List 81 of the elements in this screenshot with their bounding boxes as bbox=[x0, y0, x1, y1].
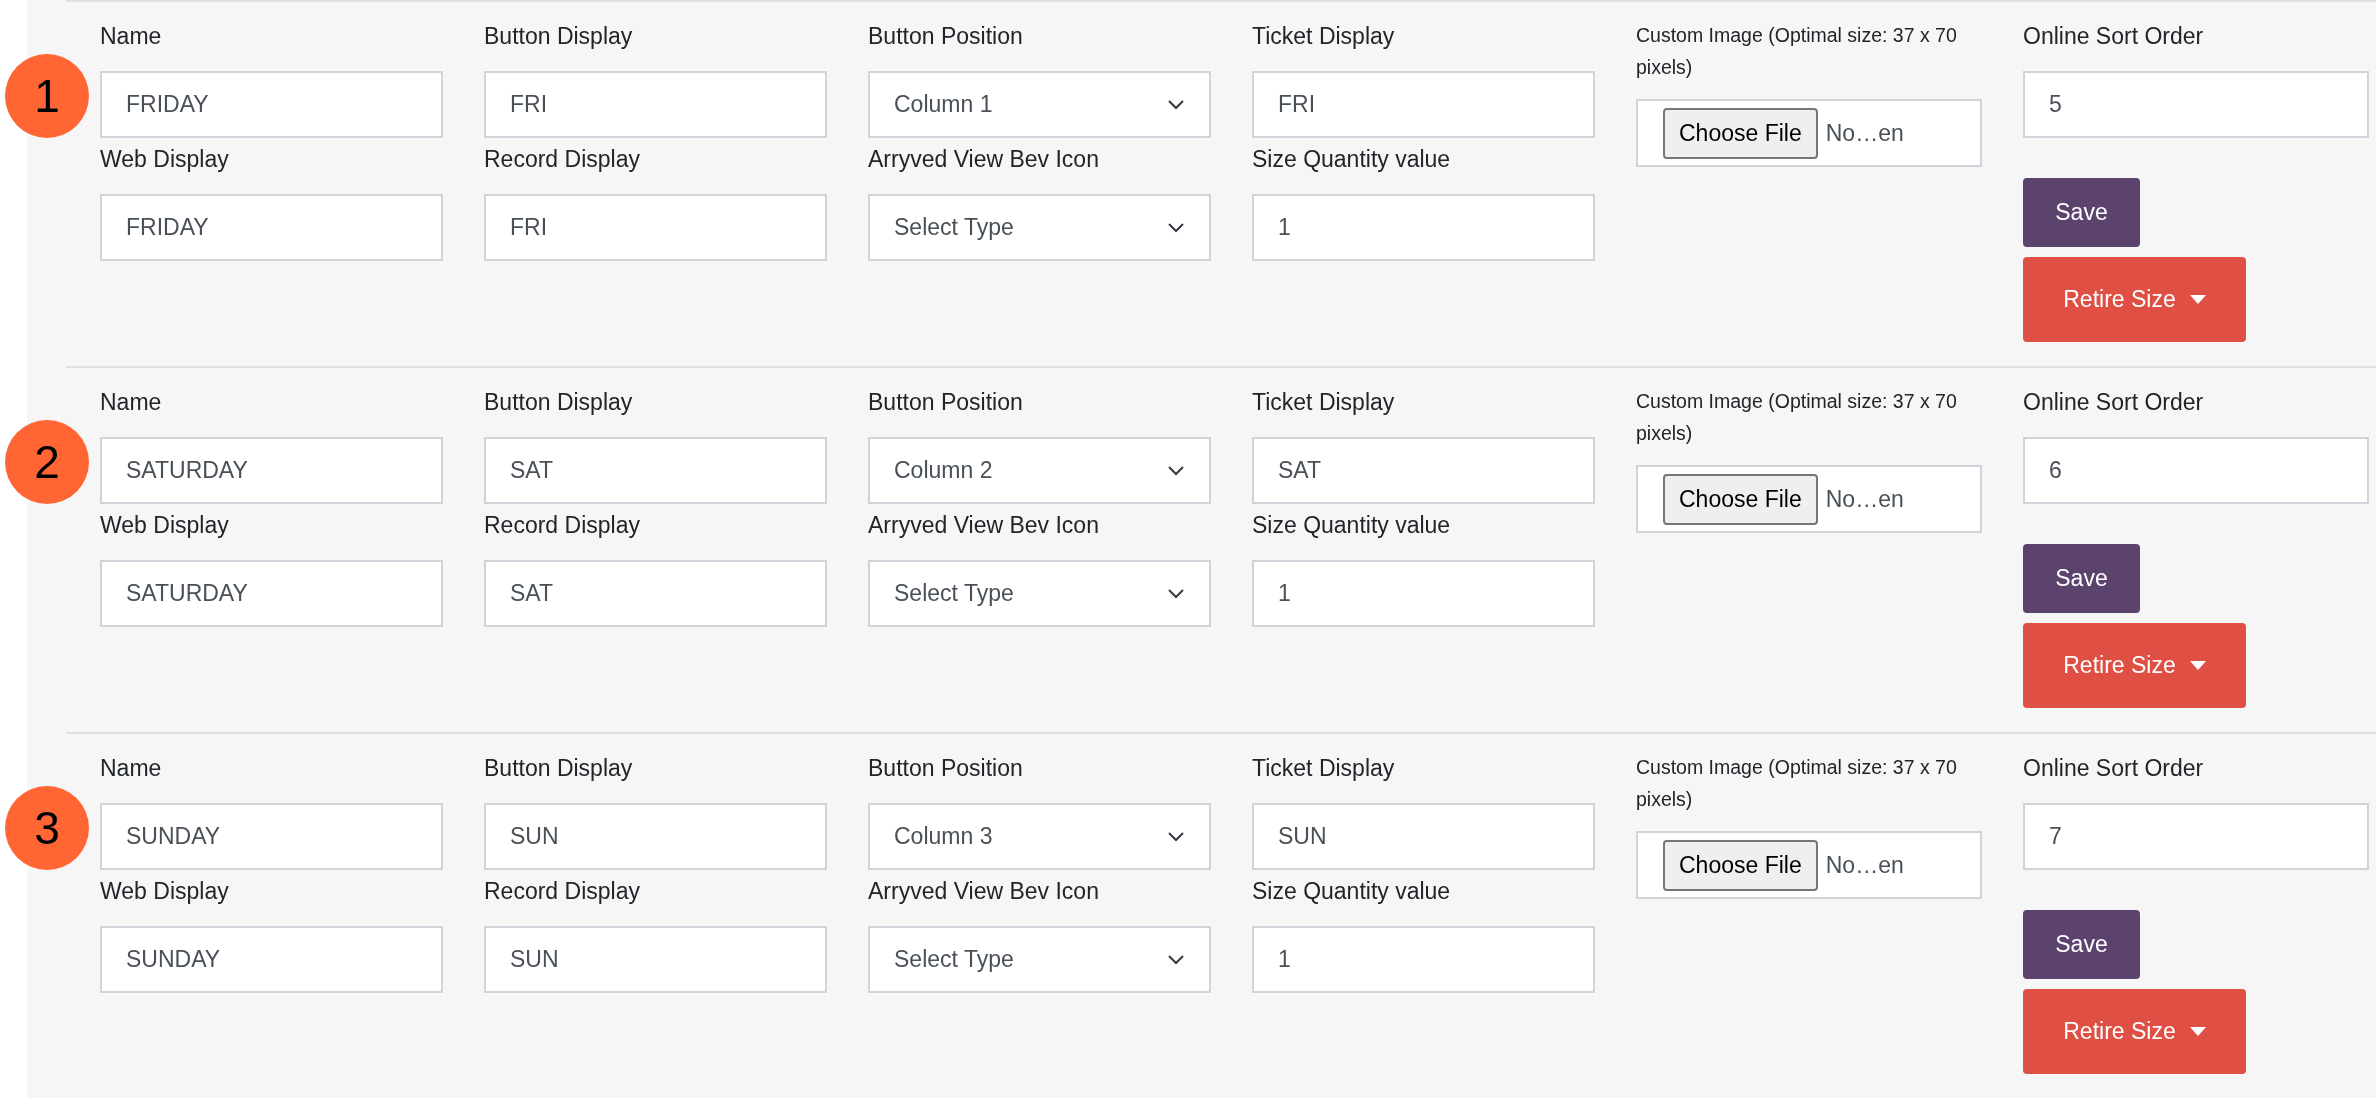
dropdown-select[interactable]: Column 1 bbox=[868, 71, 1211, 138]
text-input-field[interactable]: SAT bbox=[484, 437, 827, 504]
file-name-text: No…en bbox=[1825, 851, 1904, 879]
sort-order-input[interactable]: 5 bbox=[2023, 71, 2369, 138]
text-input-field[interactable]: 1 bbox=[1252, 194, 1595, 261]
text-input-field[interactable]: SUNDAY bbox=[100, 926, 443, 993]
text-input-field[interactable]: SAT bbox=[484, 560, 827, 627]
field-label: Ticket Display bbox=[1252, 388, 1395, 416]
caret-down-icon bbox=[2189, 295, 2206, 304]
choose-file-button[interactable]: Choose File bbox=[1663, 473, 1818, 525]
step-number-badge: 2 bbox=[5, 420, 89, 504]
field-label: Arryved View Bev Icon bbox=[868, 145, 1099, 173]
step-number-badge: 1 bbox=[5, 54, 89, 138]
field-label: Size Quantity value bbox=[1252, 145, 1451, 173]
choose-file-button[interactable]: Choose File bbox=[1663, 107, 1818, 159]
custom-image-label: Custom Image (Optimal size: 37 x 70 pixels) bbox=[1636, 755, 1958, 812]
text-input-field[interactable]: SUN bbox=[1252, 803, 1595, 870]
field-label: Size Quantity value bbox=[1252, 511, 1451, 539]
save-button[interactable]: Save bbox=[2023, 178, 2140, 247]
step-number-badge: 3 bbox=[5, 786, 89, 870]
chevron-down-icon bbox=[1167, 587, 1185, 600]
retire-size-button[interactable]: Retire Size bbox=[2023, 989, 2246, 1074]
field-label: Online Sort Order bbox=[2023, 22, 2204, 50]
text-input-field[interactable]: FRI bbox=[484, 71, 827, 138]
field-label: Button Position bbox=[868, 22, 1023, 50]
save-button[interactable]: Save bbox=[2023, 544, 2140, 613]
field-label: Web Display bbox=[100, 145, 229, 173]
text-input-field[interactable]: 1 bbox=[1252, 926, 1595, 993]
chevron-down-icon bbox=[1167, 98, 1185, 111]
field-label: Record Display bbox=[484, 511, 640, 539]
retire-size-button[interactable]: Retire Size bbox=[2023, 257, 2246, 342]
custom-image-label: Custom Image (Optimal size: 37 x 70 pixels) bbox=[1636, 23, 1958, 80]
text-input-field[interactable]: SUN bbox=[484, 926, 827, 993]
chevron-down-icon bbox=[1167, 464, 1185, 477]
dropdown-select[interactable]: Select Type bbox=[868, 926, 1211, 993]
field-label: Ticket Display bbox=[1252, 754, 1395, 782]
field-label: Button Display bbox=[484, 388, 633, 416]
text-input-field[interactable]: FRI bbox=[484, 194, 827, 261]
chevron-down-icon bbox=[1167, 830, 1185, 843]
dropdown-select[interactable]: Select Type bbox=[868, 194, 1211, 261]
field-label: Online Sort Order bbox=[2023, 388, 2204, 416]
text-input-field[interactable]: SATURDAY bbox=[100, 437, 443, 504]
field-label: Size Quantity value bbox=[1252, 877, 1451, 905]
chevron-down-icon bbox=[1167, 221, 1185, 234]
custom-image-label: Custom Image (Optimal size: 37 x 70 pixels) bbox=[1636, 389, 1958, 446]
sort-order-input[interactable]: 6 bbox=[2023, 437, 2369, 504]
dropdown-select[interactable]: Select Type bbox=[868, 560, 1211, 627]
text-input-field[interactable]: SATURDAY bbox=[100, 560, 443, 627]
chevron-down-icon bbox=[1167, 953, 1185, 966]
text-input-field[interactable]: 1 bbox=[1252, 560, 1595, 627]
field-label: Button Position bbox=[868, 388, 1023, 416]
file-name-text: No…en bbox=[1825, 119, 1904, 147]
field-label: Arryved View Bev Icon bbox=[868, 877, 1099, 905]
text-input-field[interactable]: SAT bbox=[1252, 437, 1595, 504]
text-input-field[interactable]: FRI bbox=[1252, 71, 1595, 138]
caret-down-icon bbox=[2189, 1027, 2206, 1036]
caret-down-icon bbox=[2189, 661, 2206, 670]
text-input-field[interactable]: SUN bbox=[484, 803, 827, 870]
field-label: Name bbox=[100, 754, 162, 782]
text-input-field[interactable]: SUNDAY bbox=[100, 803, 443, 870]
save-button[interactable]: Save bbox=[2023, 910, 2140, 979]
field-label: Button Position bbox=[868, 754, 1023, 782]
field-label: Online Sort Order bbox=[2023, 754, 2204, 782]
retire-size-button[interactable]: Retire Size bbox=[2023, 623, 2246, 708]
field-label: Record Display bbox=[484, 877, 640, 905]
field-label: Name bbox=[100, 388, 162, 416]
field-label: Button Display bbox=[484, 754, 633, 782]
text-input-field[interactable]: FRIDAY bbox=[100, 71, 443, 138]
dropdown-select[interactable]: Column 2 bbox=[868, 437, 1211, 504]
field-label: Web Display bbox=[100, 877, 229, 905]
file-name-text: No…en bbox=[1825, 485, 1904, 513]
field-label: Name bbox=[100, 22, 162, 50]
field-label: Ticket Display bbox=[1252, 22, 1395, 50]
dropdown-select[interactable]: Column 3 bbox=[868, 803, 1211, 870]
field-label: Button Display bbox=[484, 22, 633, 50]
text-input-field[interactable]: FRIDAY bbox=[100, 194, 443, 261]
field-label: Arryved View Bev Icon bbox=[868, 511, 1099, 539]
sort-order-input[interactable]: 7 bbox=[2023, 803, 2369, 870]
choose-file-button[interactable]: Choose File bbox=[1663, 839, 1818, 891]
field-label: Web Display bbox=[100, 511, 229, 539]
field-label: Record Display bbox=[484, 145, 640, 173]
